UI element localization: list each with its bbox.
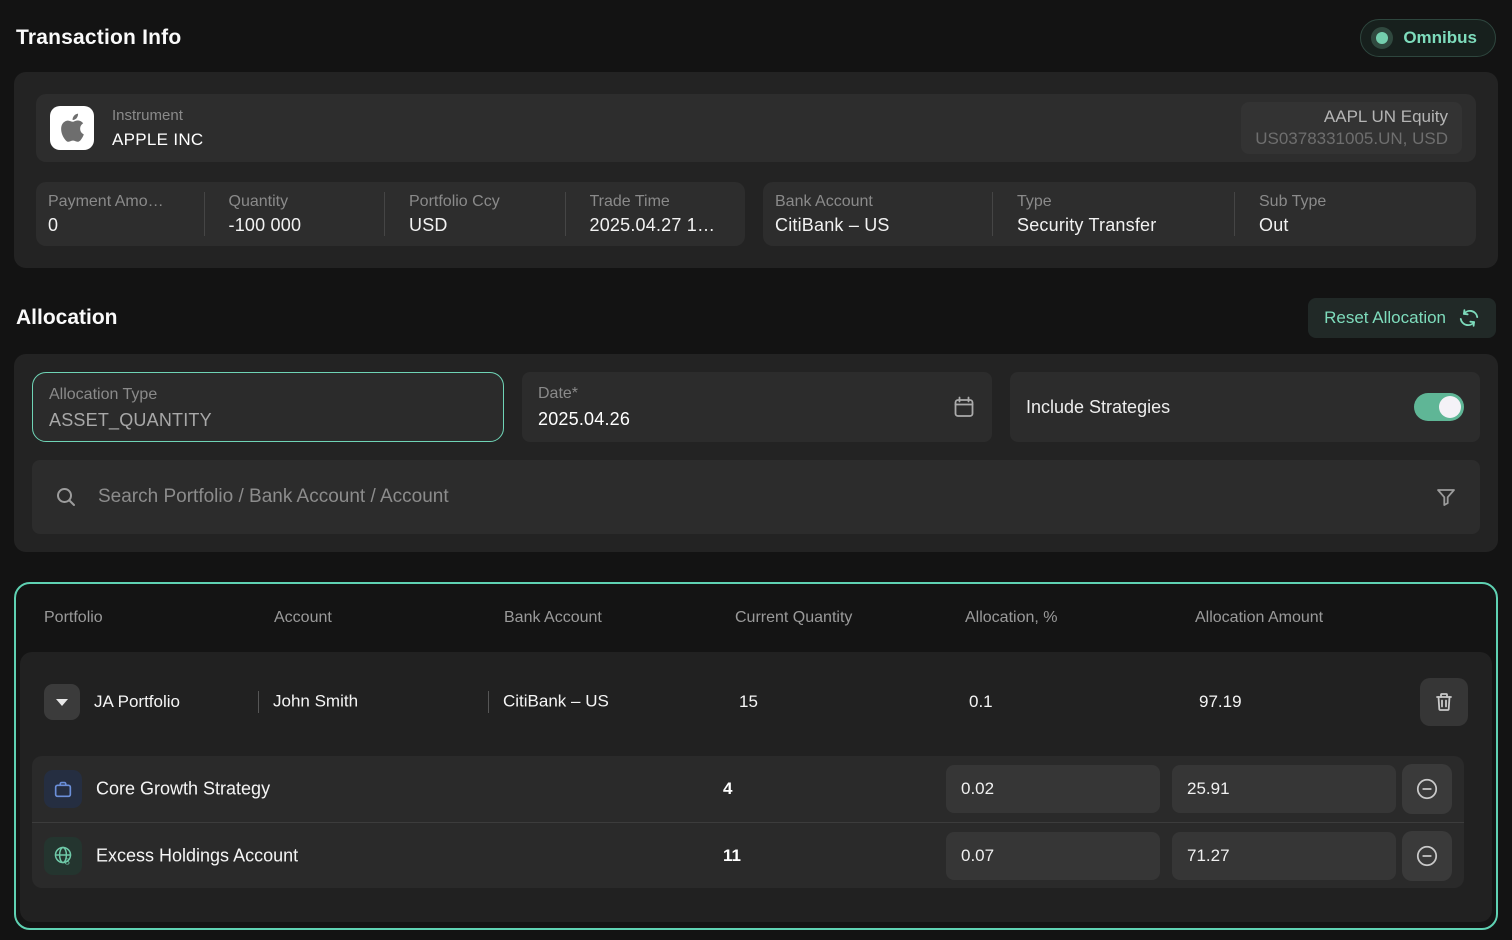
reset-allocation-label: Reset Allocation	[1324, 308, 1446, 328]
detail-portfolio-ccy: Portfolio Ccy USD	[384, 192, 565, 236]
transaction-details-left: Payment Amo… 0 Quantity -100 000 Portfol…	[36, 182, 745, 246]
briefcase-icon	[44, 770, 82, 808]
divider	[488, 691, 489, 713]
svg-text:S: S	[65, 857, 70, 866]
allocation-form-card: Allocation Type ASSET_QUANTITY Date* 202…	[14, 354, 1498, 552]
strategy-allocation-pct-input[interactable]	[946, 832, 1160, 880]
instrument-row: Instrument APPLE INC AAPL UN Equity US03…	[36, 94, 1476, 162]
omnibus-badge-label: Omnibus	[1403, 28, 1477, 48]
strategy-allocation-pct-input[interactable]	[946, 765, 1160, 813]
search-icon	[54, 485, 78, 509]
date-label: Date*	[538, 383, 976, 405]
detail-bank-account: Bank Account CitiBank – US	[763, 192, 992, 236]
strategy-current-quantity: 4	[723, 779, 732, 799]
table-header: Portfolio Account Bank Account Current Q…	[16, 584, 1496, 652]
instrument-isin: US0378331005.UN, USD	[1255, 129, 1448, 149]
search-bar	[32, 460, 1480, 534]
table-row: JA Portfolio John Smith CitiBank – US 15…	[20, 652, 1492, 752]
strategy-allocation-amount-input[interactable]	[1172, 832, 1396, 880]
filter-icon[interactable]	[1434, 485, 1458, 509]
detail-type: Type Security Transfer	[992, 192, 1234, 236]
chevron-down-icon	[56, 699, 68, 706]
divider	[258, 691, 259, 713]
status-dot-icon	[1371, 27, 1393, 49]
omnibus-badge[interactable]: Omnibus	[1360, 19, 1496, 57]
strategy-panel: Core Growth Strategy 4 S	[32, 756, 1464, 888]
allocation-type-value: ASSET_QUANTITY	[49, 410, 487, 431]
strategy-row-core-growth: Core Growth Strategy 4	[32, 756, 1464, 822]
include-strategies-toggle[interactable]	[1414, 393, 1464, 421]
cell-allocation-amount: 97.19	[1199, 692, 1242, 712]
col-bank-account: Bank Account	[504, 609, 602, 627]
cell-bank-account: CitiBank – US	[488, 691, 609, 713]
globe-s-icon: S	[44, 837, 82, 875]
apple-logo-icon	[50, 106, 94, 150]
expand-row-button[interactable]	[44, 684, 80, 720]
col-allocation-pct: Allocation, %	[965, 609, 1058, 627]
cell-allocation-pct: 0.1	[969, 692, 993, 712]
col-allocation-amount: Allocation Amount	[1195, 609, 1323, 627]
col-account: Account	[274, 609, 332, 627]
page-title: Transaction Info	[16, 26, 181, 50]
remove-strategy-button[interactable]	[1402, 831, 1452, 881]
col-portfolio: Portfolio	[44, 609, 103, 627]
allocation-header: Allocation Reset Allocation	[14, 298, 1498, 338]
trash-icon	[1432, 690, 1456, 714]
transaction-details-right: Bank Account CitiBank – US Type Security…	[763, 182, 1476, 246]
minus-circle-icon	[1414, 843, 1440, 869]
strategy-name: Excess Holdings Account	[96, 845, 298, 866]
reset-allocation-button[interactable]: Reset Allocation	[1308, 298, 1496, 338]
strategy-current-quantity: 11	[723, 846, 741, 866]
detail-quantity: Quantity -100 000	[204, 192, 385, 236]
col-current-quantity: Current Quantity	[735, 609, 852, 627]
refresh-icon	[1458, 307, 1480, 329]
strategy-name: Core Growth Strategy	[96, 779, 270, 800]
detail-payment-amount: Payment Amo… 0	[36, 192, 204, 236]
strategy-allocation-amount-input[interactable]	[1172, 765, 1396, 813]
strategy-row-excess-holdings: S Excess Holdings Account 11	[32, 822, 1464, 888]
include-strategies-field: Include Strategies	[1010, 372, 1480, 442]
include-strategies-label: Include Strategies	[1026, 397, 1170, 418]
instrument-identifiers: AAPL UN Equity US0378331005.UN, USD	[1241, 102, 1462, 154]
instrument-label: Instrument	[112, 106, 1241, 126]
page-header: Transaction Info Omnibus	[14, 16, 1498, 60]
detail-sub-type: Sub Type Out	[1234, 192, 1476, 236]
date-field[interactable]: Date* 2025.04.26	[522, 372, 992, 442]
allocation-table: Portfolio Account Bank Account Current Q…	[14, 582, 1498, 930]
remove-strategy-button[interactable]	[1402, 764, 1452, 814]
table-body: JA Portfolio John Smith CitiBank – US 15…	[20, 652, 1492, 922]
date-value: 2025.04.26	[538, 409, 976, 430]
detail-trade-time: Trade Time 2025.04.27 1…	[565, 192, 746, 236]
minus-circle-icon	[1414, 776, 1440, 802]
cell-portfolio: JA Portfolio	[94, 692, 180, 712]
calendar-icon[interactable]	[952, 395, 976, 419]
allocation-type-label: Allocation Type	[49, 384, 487, 406]
cell-current-quantity: 15	[739, 692, 758, 712]
instrument-name: APPLE INC	[112, 130, 1241, 150]
allocation-title: Allocation	[16, 306, 118, 330]
instrument-ticker: AAPL UN Equity	[1255, 107, 1448, 127]
allocation-type-field[interactable]: Allocation Type ASSET_QUANTITY	[32, 372, 504, 442]
delete-row-button[interactable]	[1420, 678, 1468, 726]
search-input[interactable]	[98, 486, 1414, 508]
transaction-info-card: Instrument APPLE INC AAPL UN Equity US03…	[14, 72, 1498, 268]
cell-account: John Smith	[258, 691, 358, 713]
